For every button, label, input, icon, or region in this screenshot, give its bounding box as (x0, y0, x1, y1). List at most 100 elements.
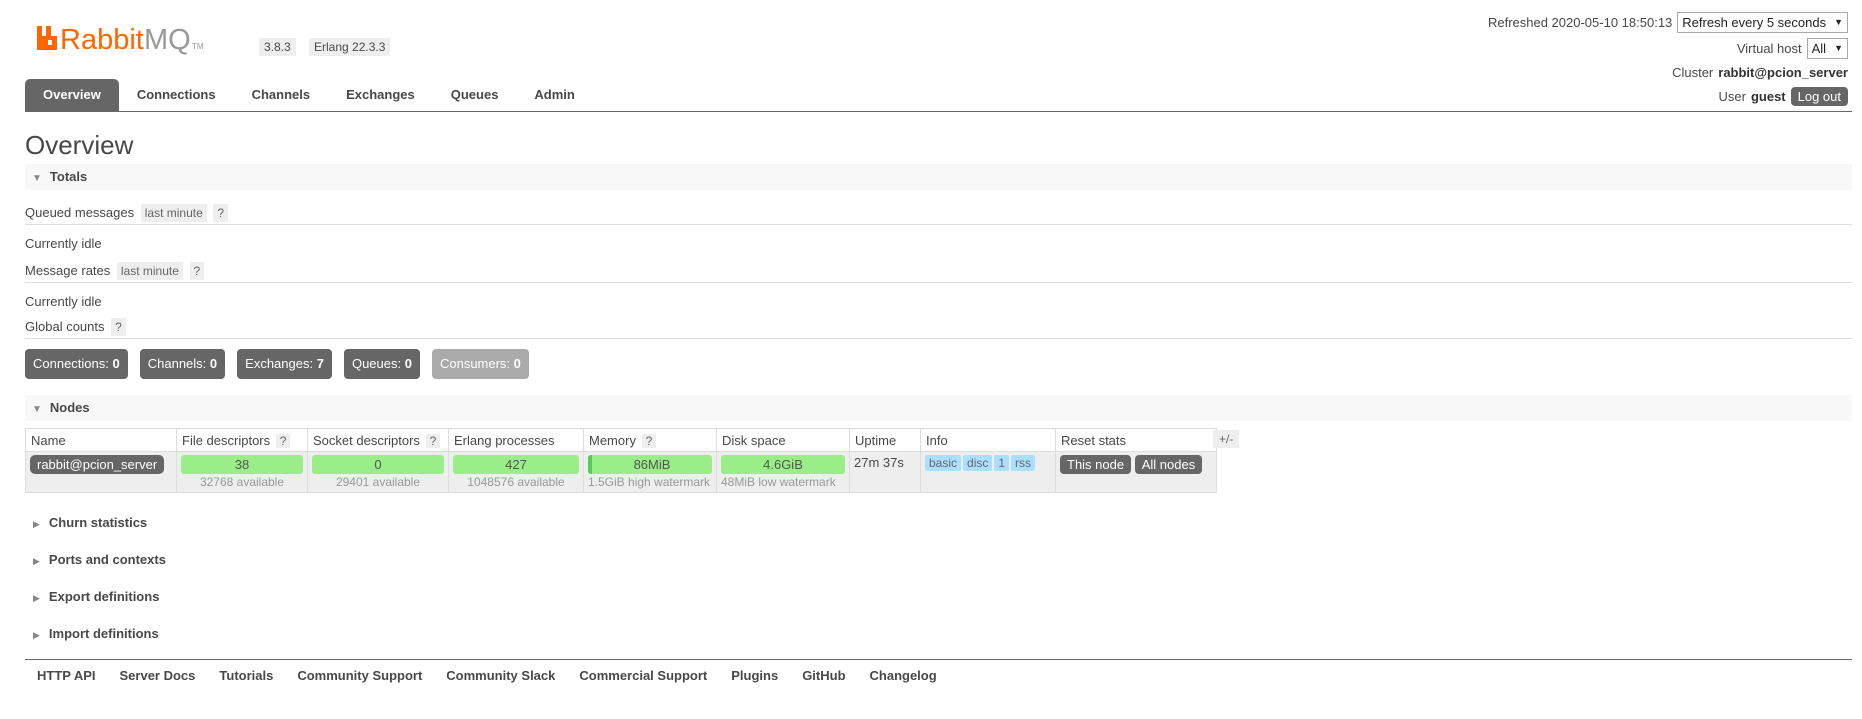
expand-triangle-icon: ▼ (32, 173, 42, 184)
import-definitions-section[interactable]: ▶ Import definitions (25, 626, 159, 641)
col-memory: Memory ? (583, 428, 717, 452)
col-info: Info (920, 428, 1056, 452)
consumers-count-button[interactable]: Consumers: 0 (431, 349, 529, 379)
count-value: 0 (112, 356, 120, 371)
help-icon[interactable]: ? (213, 204, 229, 222)
vhost-value: All (1811, 40, 1827, 56)
logo-tm: TM (192, 42, 204, 51)
disk-cell: 4.6GiB 48MiB low watermark (716, 451, 850, 493)
channels-count-button[interactable]: Channels: 0 (139, 349, 226, 379)
section-label: Ports and contexts (48, 552, 166, 567)
tab-overview[interactable]: Overview (25, 79, 119, 111)
divider (25, 338, 1852, 339)
tab-queues[interactable]: Queues (433, 79, 517, 111)
exchanges-count-button[interactable]: Exchanges: 7 (237, 349, 332, 379)
refresh-interval-select[interactable]: Refresh every 5 seconds ▼ (1677, 11, 1848, 33)
table-row: rabbit@pcion_server 38 32768 available 02… (25, 451, 1217, 493)
count-label: Channels: (147, 356, 207, 371)
vhost-select[interactable]: All ▼ (1806, 37, 1848, 59)
dropdown-arrow-icon: ▼ (1834, 43, 1843, 53)
info-tag: rss (1011, 455, 1036, 471)
collapsed-triangle-icon: ▶ (33, 519, 40, 529)
queued-idle-text: Currently idle (25, 236, 102, 251)
rabbit-icon (37, 26, 57, 50)
disk-bar: 4.6GiB (721, 455, 845, 474)
count-label: Exchanges: (245, 356, 314, 371)
reset-cell: This node All nodes (1055, 451, 1217, 493)
totals-section-header[interactable]: ▼ Totals (25, 164, 1852, 190)
node-name-link[interactable]: rabbit@pcion_server (30, 455, 165, 474)
global-counts: Connections: 0 Channels: 0 Exchanges: 7 … (25, 349, 529, 379)
tab-admin[interactable]: Admin (516, 79, 592, 111)
col-file-descriptors: File descriptors ? (176, 428, 308, 452)
export-definitions-section[interactable]: ▶ Export definitions (25, 589, 159, 604)
queued-messages-label: Queued messages (25, 205, 135, 220)
queued-messages-row: Queued messages last minute ? (25, 204, 229, 222)
message-rates-label: Message rates (25, 263, 111, 278)
cluster-label: Cluster (1672, 64, 1714, 80)
collapsed-triangle-icon: ▶ (33, 630, 40, 640)
footer-link-commercial-support[interactable]: Commercial Support (579, 668, 707, 683)
col-erlang-processes: Erlang processes (448, 428, 584, 452)
footer-link-github[interactable]: GitHub (802, 668, 845, 683)
help-icon[interactable]: ? (275, 433, 291, 448)
info-tag: 1 (994, 455, 1010, 471)
sd-bar: 0 (312, 455, 444, 474)
col-label: File descriptors (182, 432, 271, 448)
logo-text-rabbit: Rabbit (60, 24, 144, 56)
divider (25, 282, 1852, 283)
tab-exchanges[interactable]: Exchanges (328, 79, 433, 111)
main-tabs: Overview Connections Channels Exchanges … (25, 79, 1852, 112)
help-icon[interactable]: ? (111, 318, 126, 336)
footer-link-server-docs[interactable]: Server Docs (120, 668, 196, 683)
help-icon[interactable]: ? (641, 433, 657, 448)
count-label: Connections: (33, 356, 109, 371)
section-label: Churn statistics (48, 515, 148, 530)
message-rates-row: Message rates last minute ? (25, 262, 205, 280)
rabbitmq-logo: Rabbit MQ TM (37, 24, 204, 56)
footer-link-changelog[interactable]: Changelog (870, 668, 937, 683)
totals-heading: Totals (49, 169, 88, 184)
tab-channels[interactable]: Channels (234, 79, 329, 111)
expand-triangle-icon: ▼ (32, 404, 42, 415)
footer-link-community-support[interactable]: Community Support (297, 668, 422, 683)
help-icon[interactable]: ? (189, 262, 205, 280)
refreshed-timestamp: Refreshed 2020-05-10 18:50:13 (1487, 14, 1673, 30)
churn-statistics-section[interactable]: ▶ Churn statistics (25, 515, 147, 530)
toggle-columns-button[interactable]: +/- (1213, 430, 1240, 448)
queued-range-toggle[interactable]: last minute (140, 204, 207, 222)
count-label: Queues: (351, 356, 402, 371)
count-value: 0 (513, 356, 521, 371)
collapsed-triangle-icon: ▶ (33, 556, 40, 566)
rates-idle-text: Currently idle (25, 294, 102, 309)
table-header-row: Name File descriptors ? Socket descripto… (25, 428, 1217, 452)
ports-contexts-section[interactable]: ▶ Ports and contexts (25, 552, 166, 567)
reset-this-node-button[interactable]: This node (1060, 455, 1132, 474)
connections-count-button[interactable]: Connections: 0 (25, 349, 128, 379)
divider (25, 224, 1852, 225)
nodes-section-header[interactable]: ▼ Nodes (25, 395, 1852, 421)
tab-connections[interactable]: Connections (119, 79, 234, 111)
rates-range-toggle[interactable]: last minute (116, 262, 183, 280)
col-label: Socket descriptors (313, 432, 420, 448)
help-icon[interactable]: ? (425, 433, 441, 448)
fd-bar: 38 (181, 455, 303, 474)
node-name-cell: rabbit@pcion_server (25, 451, 177, 493)
col-reset-stats: Reset stats (1055, 428, 1217, 452)
nodes-table: Name File descriptors ? Socket descripto… (25, 428, 1217, 493)
fd-available: 32768 available (199, 475, 285, 489)
footer-link-community-slack[interactable]: Community Slack (446, 668, 555, 683)
count-value: 7 (316, 356, 324, 371)
count-label: Consumers: (439, 356, 511, 371)
global-counts-row: Global counts ? (25, 318, 126, 336)
footer-link-tutorials[interactable]: Tutorials (219, 668, 273, 683)
reset-all-nodes-button[interactable]: All nodes (1134, 455, 1203, 474)
count-value: 0 (209, 356, 218, 371)
refresh-interval-value: Refresh every 5 seconds (1682, 14, 1827, 30)
footer-link-plugins[interactable]: Plugins (731, 668, 778, 683)
footer-link-http-api[interactable]: HTTP API (37, 668, 96, 683)
col-name: Name (25, 428, 177, 452)
queues-count-button[interactable]: Queues: 0 (343, 349, 420, 379)
logo-text-mq: MQ (144, 24, 191, 56)
info-tag: basic (925, 455, 962, 471)
